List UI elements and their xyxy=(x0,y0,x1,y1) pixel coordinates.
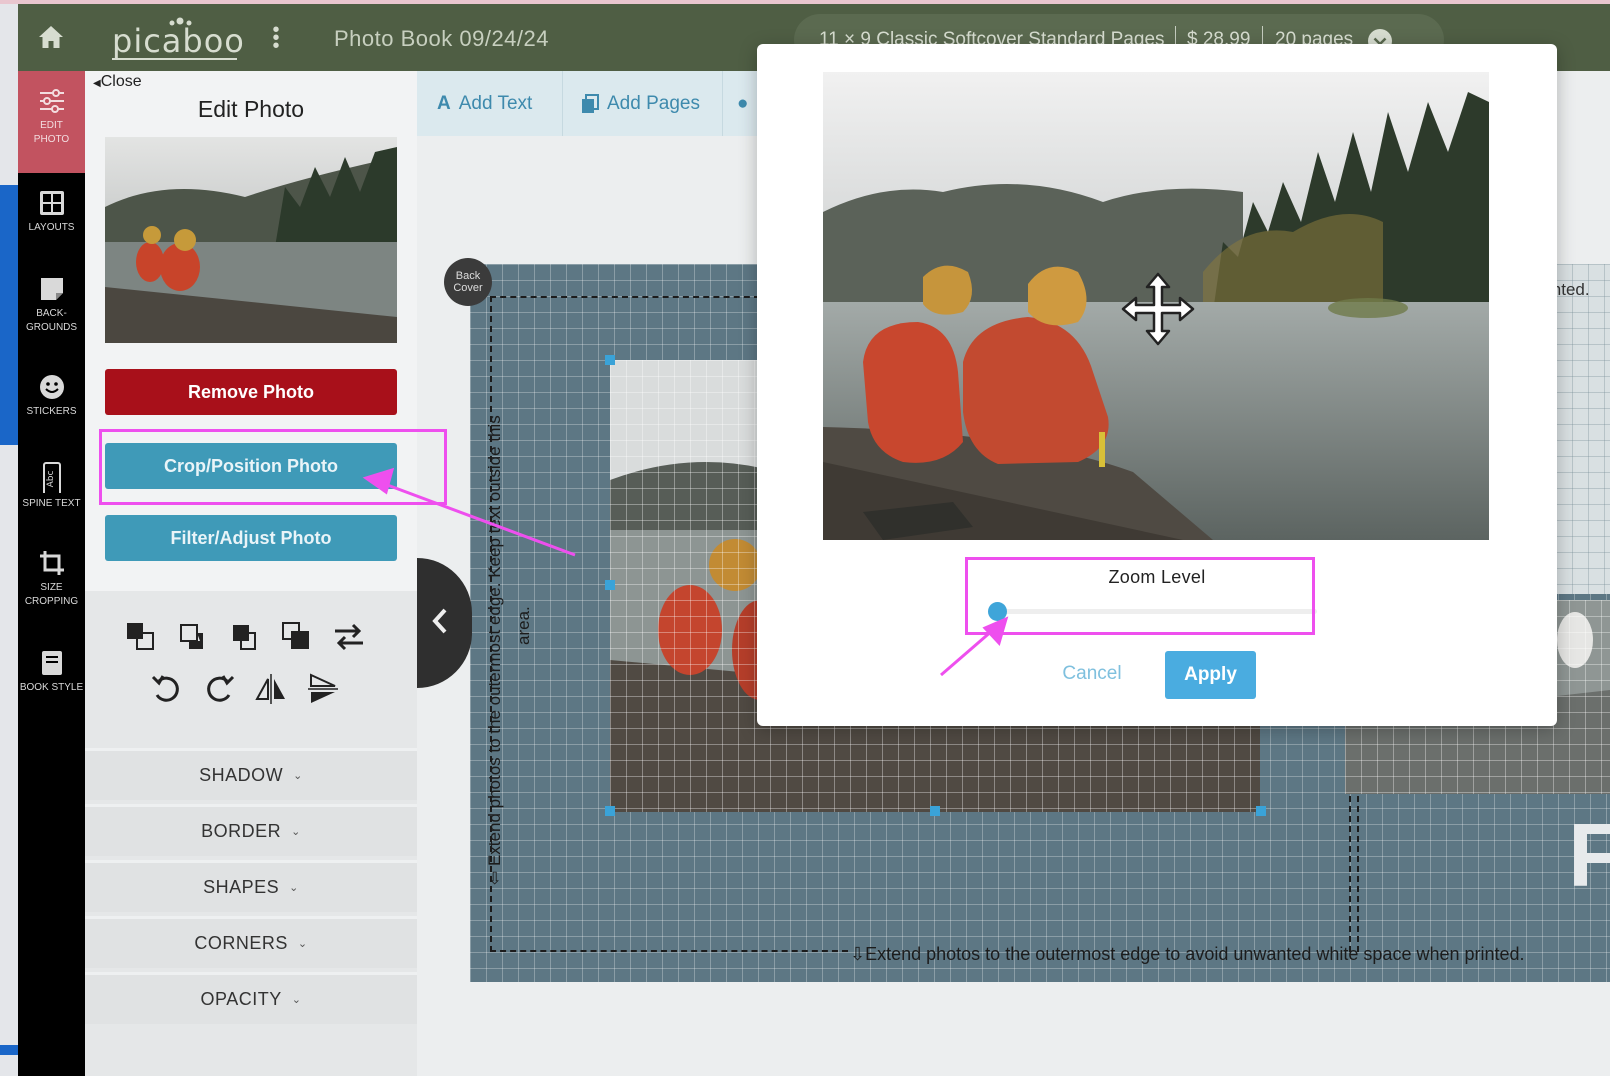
move-icon[interactable] xyxy=(1119,270,1197,348)
smiley-icon xyxy=(39,375,64,399)
tool-rail: EDIT PHOTO LAYOUTS BACK- GROUNDS STICKER… xyxy=(18,71,85,1076)
flip-horizontal-icon[interactable] xyxy=(253,671,289,707)
spine-text-icon: Abc xyxy=(42,462,61,493)
remove-photo-button[interactable]: Remove Photo xyxy=(105,369,397,415)
close-link[interactable]: ◀Close xyxy=(93,73,142,91)
bring-forward-icon[interactable] xyxy=(175,619,211,655)
vertical-bleed-hint-line2: area. xyxy=(514,606,533,645)
resize-handle[interactable] xyxy=(605,580,615,590)
rail-size-cropping[interactable]: SIZE CROPPING xyxy=(18,549,85,609)
bring-to-front-icon[interactable] xyxy=(123,619,159,655)
svg-text:Abc: Abc xyxy=(46,471,56,488)
text-icon: A xyxy=(437,92,451,114)
picaboo-logo[interactable]: picaboo xyxy=(112,14,245,62)
bottom-bleed-hint: ⇩Extend photos to the outermost edge to … xyxy=(850,944,1525,964)
chevron-left-icon xyxy=(432,608,447,634)
rail-layouts[interactable]: LAYOUTS xyxy=(18,189,85,235)
annotation-box-crop xyxy=(99,429,447,505)
back-cover-badge: Back Cover xyxy=(444,258,492,306)
accordion-border[interactable]: BORDER ⌄ xyxy=(85,804,417,856)
crop-icon xyxy=(39,551,64,575)
rotate-left-icon[interactable] xyxy=(149,671,185,707)
photo-thumbnail xyxy=(105,137,397,343)
chevron-down-icon: ⌄ xyxy=(289,882,299,894)
resize-handle[interactable] xyxy=(605,355,615,365)
arrow-down-icon: ⇩ xyxy=(850,944,866,964)
canvas-toolbar: A Add Text Add Pages ● xyxy=(417,71,757,136)
arrow-left-icon: ⇦ xyxy=(485,866,504,885)
annotation-box-zoom xyxy=(965,557,1315,635)
add-text-button[interactable]: A Add Text xyxy=(417,71,563,136)
accordion-opacity[interactable]: OPACITY ⌄ xyxy=(85,972,417,1024)
cancel-button[interactable]: Cancel xyxy=(1052,656,1132,692)
filter-adjust-photo-button[interactable]: Filter/Adjust Photo xyxy=(105,515,397,561)
edit-photo-panel: ◀Close Edit Photo Remove Photo Crop/Posi… xyxy=(85,71,417,1076)
panel-title: Edit Photo xyxy=(197,96,305,122)
accordion-corners[interactable]: CORNERS ⌄ xyxy=(85,916,417,968)
chevron-down-icon: ⌄ xyxy=(293,770,303,782)
rail-spine-text[interactable]: Abc SPINE TEXT xyxy=(18,459,85,511)
toolbar-more-button[interactable]: ● xyxy=(723,71,757,136)
apply-button[interactable]: Apply xyxy=(1165,651,1256,699)
book-icon xyxy=(41,651,62,675)
chevron-down-icon: ⌄ xyxy=(291,826,301,838)
document-title[interactable]: Photo Book 09/24/24 xyxy=(334,26,549,52)
swap-icon[interactable] xyxy=(331,619,367,655)
caret-left-icon: ◀ xyxy=(93,78,101,89)
rail-edit-photo[interactable]: EDIT PHOTO xyxy=(18,71,85,173)
partial-icon: ● xyxy=(737,92,749,114)
backgrounds-icon xyxy=(40,278,63,300)
resize-handle[interactable] xyxy=(1256,806,1266,816)
page-letter: F xyxy=(1568,806,1610,906)
logo-text: picaboo xyxy=(112,22,245,60)
accordion-shapes[interactable]: SHAPES ⌄ xyxy=(85,860,417,912)
home-icon[interactable] xyxy=(36,22,66,52)
resize-handle[interactable] xyxy=(930,806,940,816)
resize-handle[interactable] xyxy=(605,806,615,816)
rail-backgrounds[interactable]: BACK- GROUNDS xyxy=(18,275,85,335)
layouts-icon xyxy=(39,191,64,215)
rail-book-style[interactable]: BOOK STYLE xyxy=(18,649,85,695)
collapse-panel-button[interactable] xyxy=(417,558,472,688)
sliders-icon xyxy=(39,89,64,113)
app-window: picaboo • • • Photo Book 09/24/24 11 × 9 C… xyxy=(0,0,1610,1076)
chevron-down-icon: ⌄ xyxy=(291,994,302,1006)
pages-icon xyxy=(582,93,599,113)
send-backward-icon[interactable] xyxy=(227,619,263,655)
send-to-back-icon[interactable] xyxy=(279,619,315,655)
accordion-shadow[interactable]: SHADOW ⌄ xyxy=(85,748,417,800)
rotate-right-icon[interactable] xyxy=(201,671,237,707)
chevron-down-icon: ⌄ xyxy=(297,938,308,950)
kebab-menu-icon[interactable]: • • • xyxy=(272,20,280,56)
rail-stickers[interactable]: STICKERS xyxy=(18,373,85,419)
vertical-bleed-hint: ⇦ Extend photos to the outermost edge. K… xyxy=(485,415,504,885)
background-window-edge xyxy=(0,0,18,1076)
add-pages-button[interactable]: Add Pages xyxy=(563,71,723,136)
flip-vertical-icon[interactable] xyxy=(305,671,341,707)
